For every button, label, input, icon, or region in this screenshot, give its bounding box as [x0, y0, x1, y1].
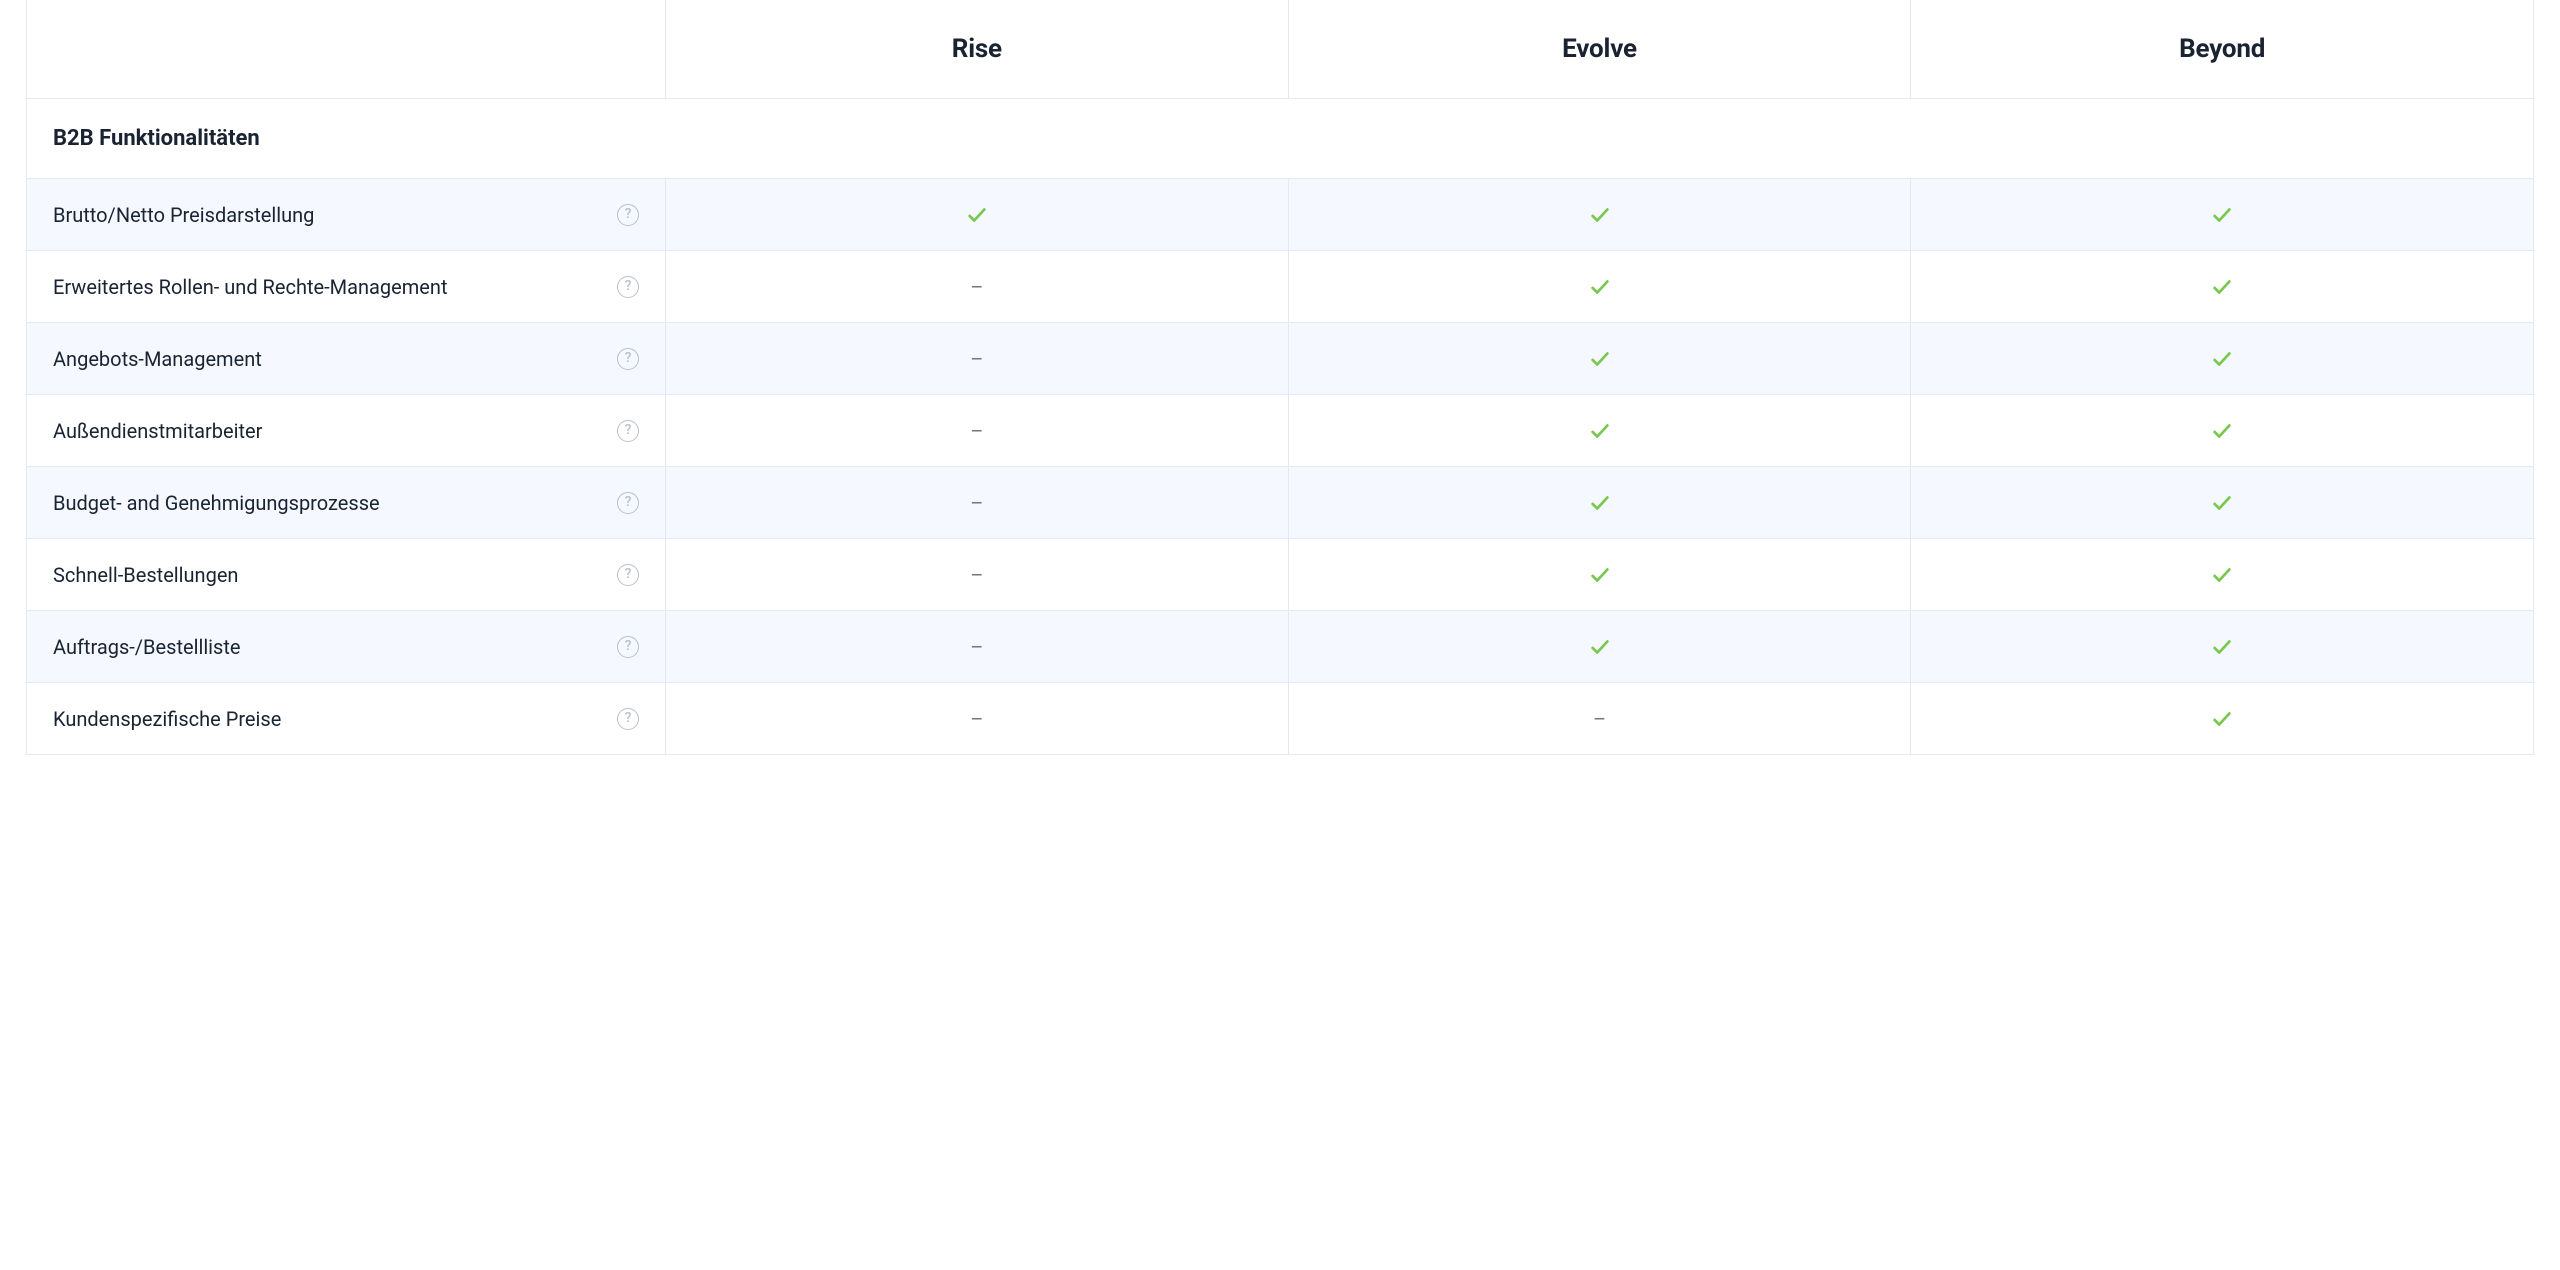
plan-cell: –	[665, 539, 1288, 610]
plan-cell	[1288, 395, 1911, 466]
check-icon	[1589, 492, 1611, 514]
table-header-row: Rise Evolve Beyond	[27, 0, 2533, 98]
plan-cell	[1910, 251, 2533, 322]
check-icon	[1589, 636, 1611, 658]
plan-cell: –	[665, 323, 1288, 394]
plan-cell	[1910, 539, 2533, 610]
help-icon[interactable]: ?	[617, 564, 639, 586]
plan-header-evolve: Evolve	[1288, 0, 1911, 98]
feature-label: Außendienstmitarbeiter	[53, 419, 262, 443]
table-row: Budget- and Genehmigungsprozesse? –	[27, 466, 2533, 538]
table-row: Schnell-Bestellungen? –	[27, 538, 2533, 610]
dash-icon: –	[970, 419, 983, 443]
table-row: Brutto/Netto Preisdarstellung?	[27, 178, 2533, 250]
help-icon[interactable]: ?	[617, 708, 639, 730]
plan-cell	[1288, 179, 1911, 250]
check-icon	[2211, 348, 2233, 370]
table-row: Kundenspezifische Preise? – –	[27, 682, 2533, 754]
check-icon	[2211, 492, 2233, 514]
dash-icon: –	[1593, 707, 1606, 731]
feature-cell: Auftrags-/Bestellliste?	[27, 611, 665, 682]
plan-cell	[1910, 395, 2533, 466]
feature-cell: Brutto/Netto Preisdarstellung?	[27, 179, 665, 250]
feature-label: Angebots-Management	[53, 347, 262, 371]
section-row: B2B Funktionalitäten	[27, 98, 2533, 178]
plan-cell	[1910, 611, 2533, 682]
plan-cell: –	[665, 395, 1288, 466]
check-icon	[2211, 420, 2233, 442]
check-icon	[2211, 276, 2233, 298]
feature-cell: Kundenspezifische Preise?	[27, 683, 665, 754]
help-icon[interactable]: ?	[617, 492, 639, 514]
plan-cell	[1288, 539, 1911, 610]
plan-cell: –	[665, 611, 1288, 682]
plan-cell	[665, 179, 1288, 250]
feature-cell: Außendienstmitarbeiter?	[27, 395, 665, 466]
feature-cell: Angebots-Management?	[27, 323, 665, 394]
check-icon	[2211, 708, 2233, 730]
table-row: Auftrags-/Bestellliste? –	[27, 610, 2533, 682]
check-icon	[1589, 276, 1611, 298]
help-icon[interactable]: ?	[617, 348, 639, 370]
help-icon[interactable]: ?	[617, 276, 639, 298]
help-icon[interactable]: ?	[617, 636, 639, 658]
feature-label: Erweitertes Rollen- und Rechte-Managemen…	[53, 275, 447, 299]
plan-cell: –	[665, 251, 1288, 322]
check-icon	[1589, 348, 1611, 370]
plan-cell	[1910, 179, 2533, 250]
check-icon	[2211, 564, 2233, 586]
plan-cell	[1288, 251, 1911, 322]
plan-cell	[1910, 467, 2533, 538]
feature-comparison-table: Rise Evolve Beyond B2B Funktionalitäten …	[26, 0, 2534, 755]
check-icon	[966, 204, 988, 226]
plan-cell	[1288, 611, 1911, 682]
help-icon[interactable]: ?	[617, 420, 639, 442]
feature-label: Auftrags-/Bestellliste	[53, 635, 241, 659]
plan-header-beyond: Beyond	[1910, 0, 2533, 98]
section-title-cell: B2B Funktionalitäten	[27, 99, 2533, 178]
plan-cell	[1288, 323, 1911, 394]
header-feature-cell	[27, 0, 665, 98]
plan-cell	[1288, 467, 1911, 538]
dash-icon: –	[970, 491, 983, 515]
feature-label: Budget- and Genehmigungsprozesse	[53, 491, 380, 515]
feature-label: Kundenspezifische Preise	[53, 707, 281, 731]
section-title: B2B Funktionalitäten	[53, 126, 260, 151]
plan-cell: –	[665, 467, 1288, 538]
check-icon	[2211, 204, 2233, 226]
dash-icon: –	[970, 275, 983, 299]
feature-cell: Schnell-Bestellungen?	[27, 539, 665, 610]
check-icon	[2211, 636, 2233, 658]
feature-cell: Erweitertes Rollen- und Rechte-Managemen…	[27, 251, 665, 322]
check-icon	[1589, 564, 1611, 586]
plan-cell	[1910, 323, 2533, 394]
plan-cell	[1910, 683, 2533, 754]
dash-icon: –	[970, 563, 983, 587]
table-row: Angebots-Management? –	[27, 322, 2533, 394]
plan-cell: –	[665, 683, 1288, 754]
feature-label: Schnell-Bestellungen	[53, 563, 238, 587]
check-icon	[1589, 420, 1611, 442]
dash-icon: –	[970, 707, 983, 731]
plan-cell: –	[1288, 683, 1911, 754]
check-icon	[1589, 204, 1611, 226]
help-icon[interactable]: ?	[617, 204, 639, 226]
feature-label: Brutto/Netto Preisdarstellung	[53, 203, 314, 227]
plan-header-rise: Rise	[665, 0, 1288, 98]
feature-cell: Budget- and Genehmigungsprozesse?	[27, 467, 665, 538]
table-row: Erweitertes Rollen- und Rechte-Managemen…	[27, 250, 2533, 322]
dash-icon: –	[970, 347, 983, 371]
table-row: Außendienstmitarbeiter? –	[27, 394, 2533, 466]
dash-icon: –	[970, 635, 983, 659]
